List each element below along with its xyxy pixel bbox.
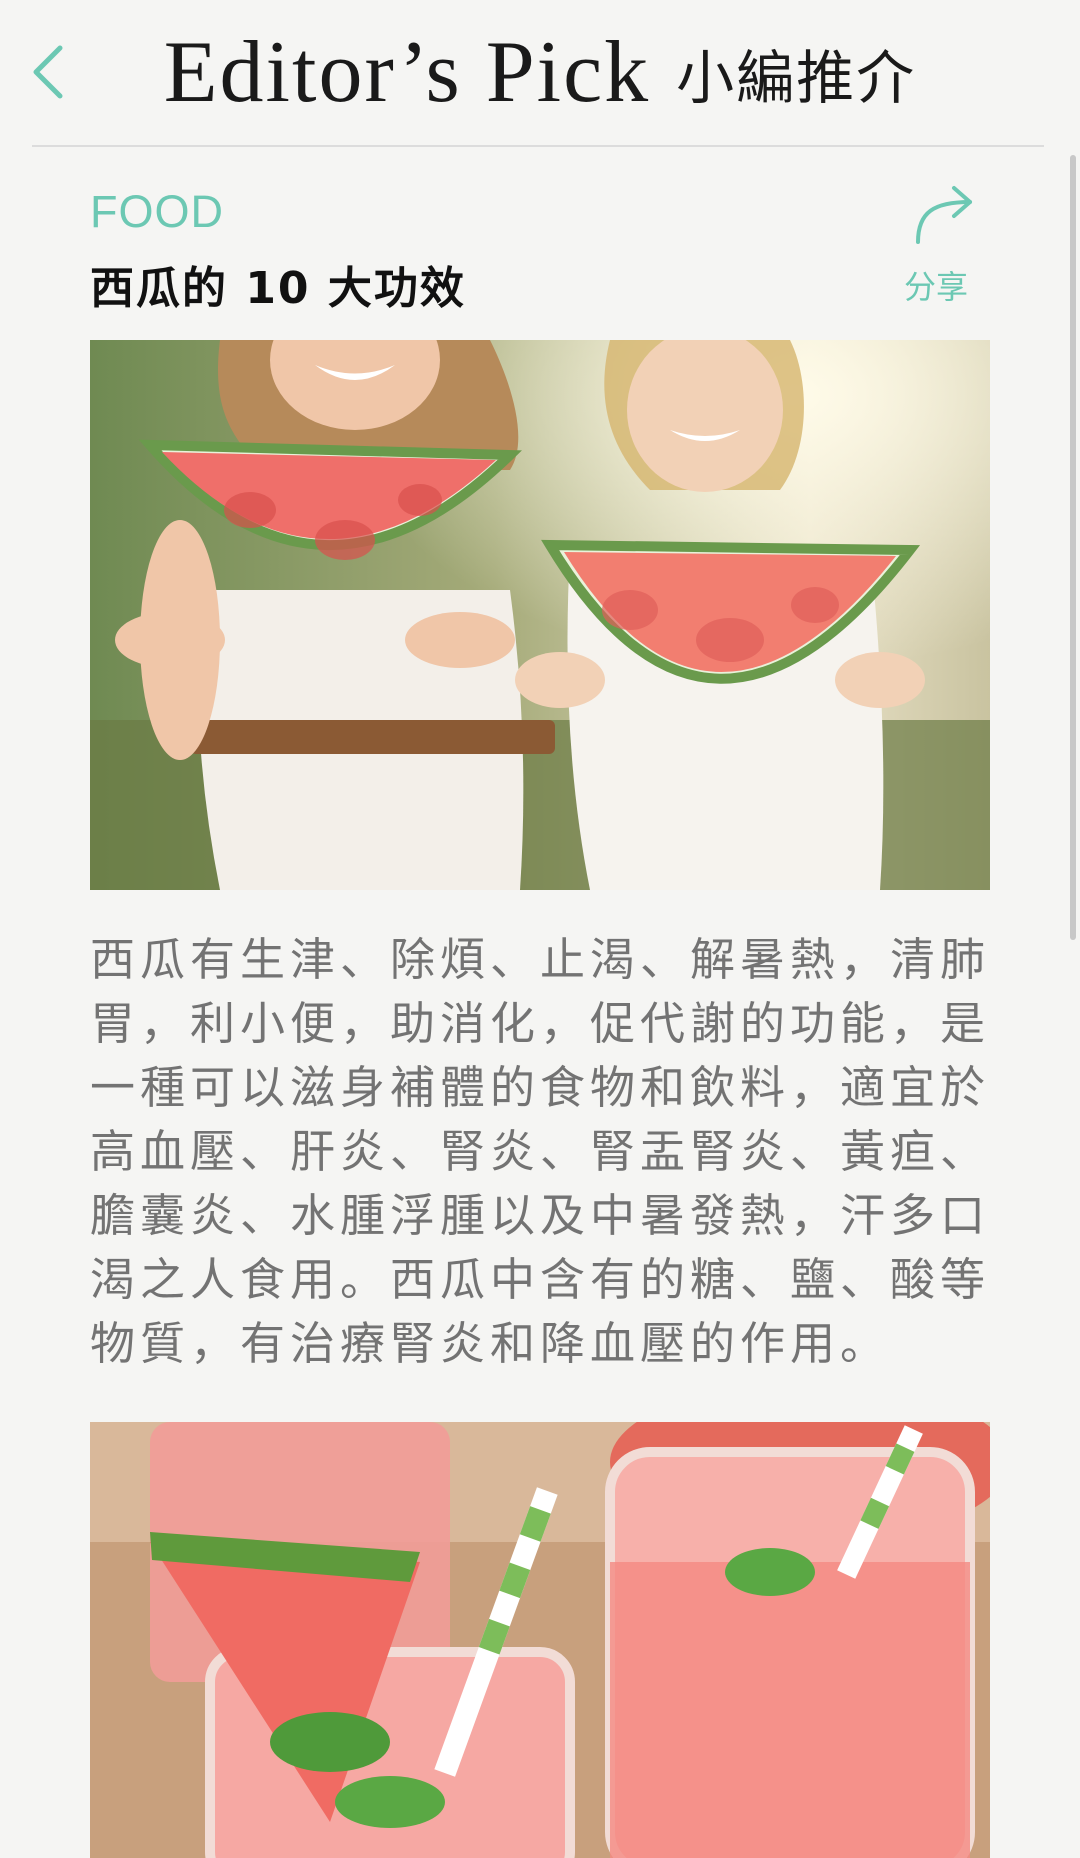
share-arrow-icon xyxy=(916,186,972,244)
share-button[interactable]: 分享 xyxy=(896,184,996,306)
category-label: FOOD xyxy=(90,186,224,237)
share-label: 分享 xyxy=(903,268,968,306)
page-title-chinese: 小編推介 xyxy=(676,43,917,112)
scrollbar[interactable] xyxy=(1070,155,1076,940)
hero-image xyxy=(90,340,990,890)
article-body: 西瓜有生津、除煩、止渴、解暑熱，清肺胃，利小便，助消化，促代謝的功能，是一種可以… xyxy=(90,933,991,1370)
article-title: 西瓜的 10 大功效 xyxy=(90,263,466,314)
drinks-image xyxy=(90,1422,990,1858)
page-title-english: Editor’s Pick xyxy=(163,24,651,121)
page-title: Editor’s Pick 小編推介 xyxy=(0,22,1080,123)
header-divider xyxy=(32,145,1044,147)
